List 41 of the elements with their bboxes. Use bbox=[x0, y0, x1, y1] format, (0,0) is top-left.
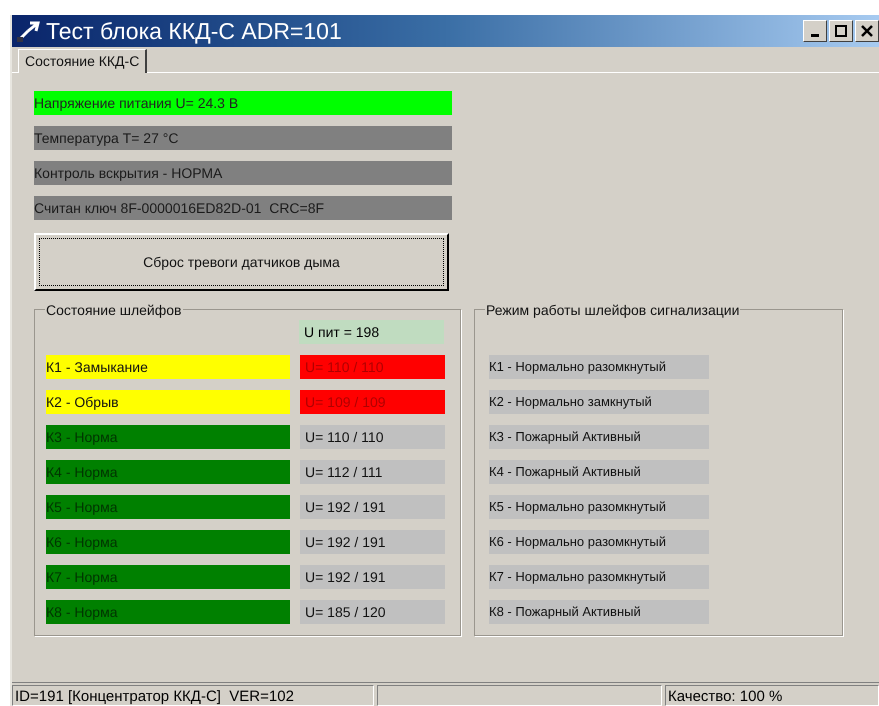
minimize-icon bbox=[811, 34, 819, 36]
loop-mode: К7 - Нормально разомкнутый bbox=[489, 565, 709, 589]
loop-status: К2 - Обрыв bbox=[46, 390, 290, 414]
loop-voltage: U= 192 / 191 bbox=[300, 565, 445, 589]
status-text: Качество: 100 % bbox=[665, 685, 879, 706]
loop-status: К6 - Норма bbox=[46, 530, 290, 554]
loop-voltage: U= 112 / 111 bbox=[300, 460, 445, 484]
loop-voltage: U= 110 / 110 bbox=[300, 355, 445, 379]
loop-voltage: U= 192 / 191 bbox=[300, 495, 445, 519]
loop-voltage: U= 110 / 110 bbox=[300, 425, 445, 449]
loop-mode: К2 - Нормально замкнутый bbox=[489, 390, 709, 414]
loop-mode: К6 - Нормально разомкнутый bbox=[489, 530, 709, 554]
loop-status: К1 - Замыкание bbox=[46, 355, 290, 379]
loop-mode: К4 - Пожарный Активный bbox=[489, 460, 709, 484]
loop-status: К8 - Норма bbox=[46, 600, 290, 624]
loop-voltage: U= 185 / 120 bbox=[300, 600, 445, 624]
window-title: Тест блока ККД-С ADR=101 bbox=[46, 20, 342, 42]
loop-mode: К1 - Нормально разомкнутый bbox=[489, 355, 709, 379]
status-indicator: Температура Т= 27 °С bbox=[34, 126, 452, 150]
close-icon bbox=[861, 25, 873, 37]
loop-mode: К8 - Пожарный Активный bbox=[489, 600, 709, 624]
status-text: ID=191 [Концентратор ККД-С] VER=102 bbox=[12, 685, 374, 706]
close-button[interactable] bbox=[855, 20, 879, 42]
status-indicator: Напряжение питания U= 24.3 В bbox=[34, 91, 452, 115]
loop-status: К7 - Норма bbox=[46, 565, 290, 589]
loop-status: К5 - Норма bbox=[46, 495, 290, 519]
loop-voltage: U= 192 / 191 bbox=[300, 530, 445, 554]
status-indicator: Считан ключ 8F-0000016ED82D-01 CRC=8F bbox=[34, 196, 452, 220]
loop-status: К4 - Норма bbox=[46, 460, 290, 484]
minimize-button[interactable] bbox=[803, 20, 827, 42]
loop-mode: К5 - Нормально разомкнутый bbox=[489, 495, 709, 519]
reset-smoke-alarm-button[interactable]: Сброс тревоги датчиков дыма bbox=[34, 233, 449, 291]
loop-voltage: U= 109 / 109 bbox=[300, 390, 445, 414]
app-icon bbox=[16, 19, 42, 43]
loop-status: К3 - Норма bbox=[46, 425, 290, 449]
loop-mode: К3 - Пожарный Активный bbox=[489, 425, 709, 449]
status-indicator: Контроль вскрытия - НОРМА bbox=[34, 161, 452, 185]
maximize-icon bbox=[835, 25, 847, 37]
maximize-button[interactable] bbox=[829, 20, 853, 42]
tab[interactable]: Состояние ККД-С bbox=[18, 49, 148, 73]
supply-voltage: U пит = 198 bbox=[299, 320, 444, 344]
